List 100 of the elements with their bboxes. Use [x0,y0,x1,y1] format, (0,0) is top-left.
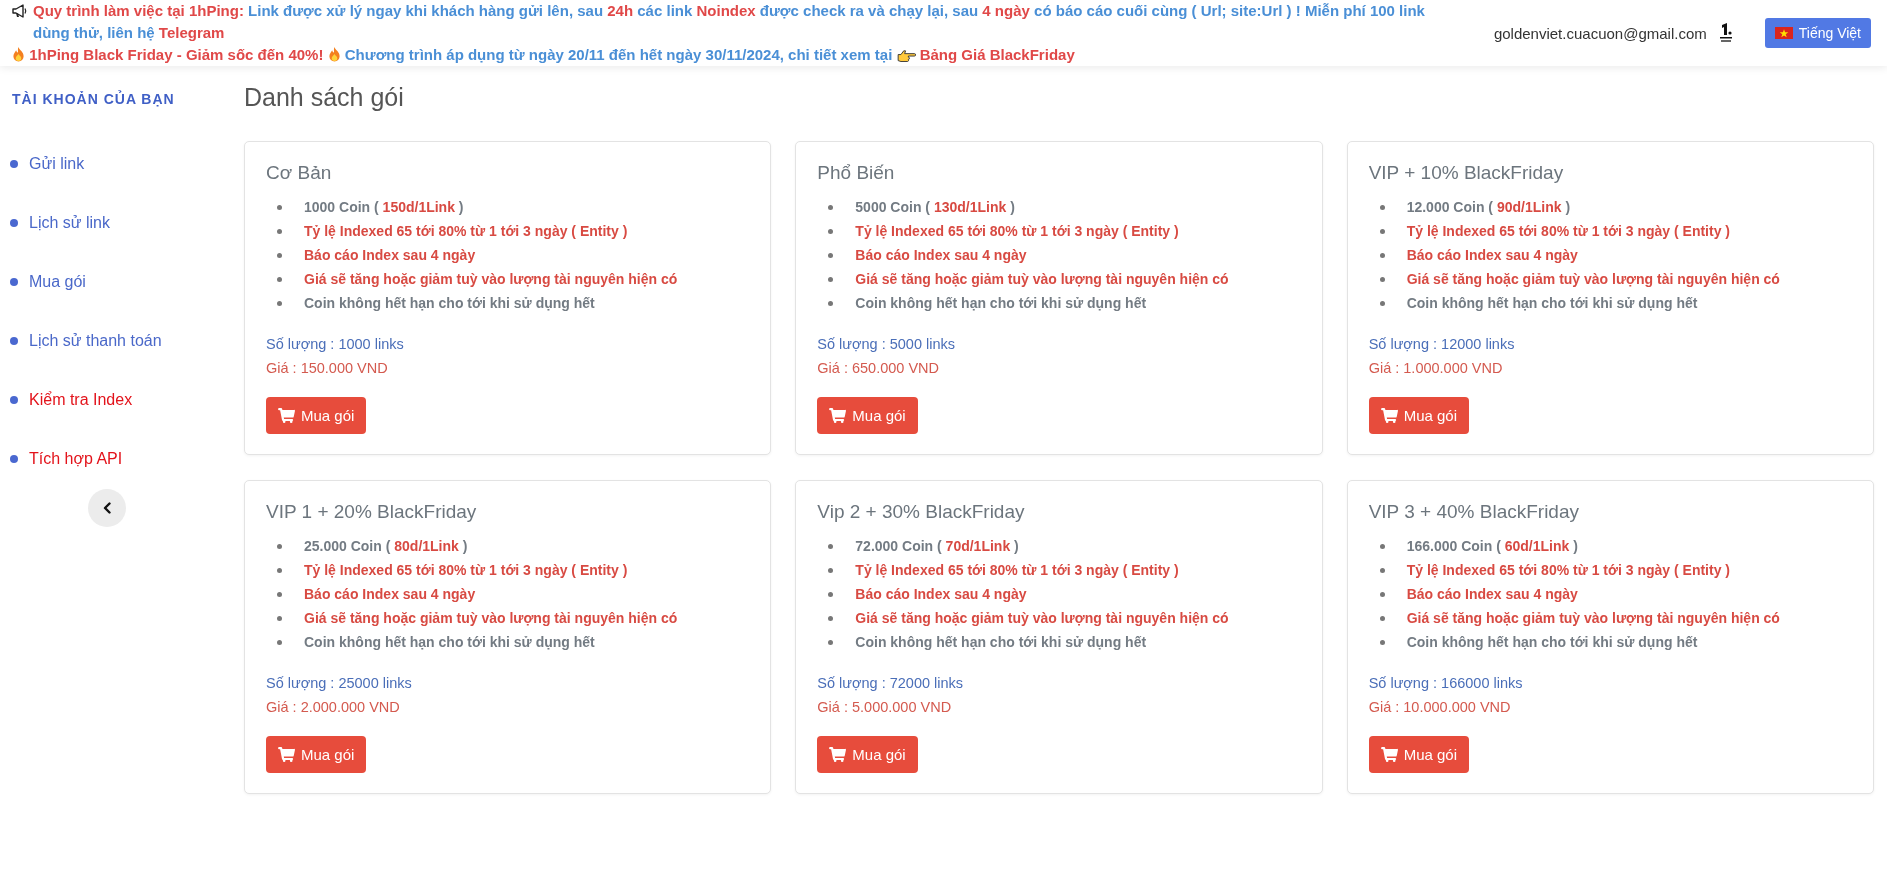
feature-text: Coin không hết hạn cho tới khi sử dụng hết [855,633,1147,652]
sidebar-link[interactable]: Mua gói [10,271,86,293]
bullet-icon [277,228,282,234]
bullet-icon [828,567,834,573]
feature-text: Coin không hết hạn cho tới khi sử dụng hết [304,633,595,652]
feature-text: Giá sẽ tăng hoặc giảm tuỳ vào lượng tài nguyên hiện có [304,609,678,628]
feature-text: Báo cáo Index sau 4 ngày [855,246,1027,265]
page-title: Danh sách gói [244,82,405,112]
cart-icon [278,408,295,423]
package-title: Vip 2 + 30% BlackFriday [817,500,1026,523]
sidebar-link[interactable]: Lịch sử link [10,212,110,234]
quantity-text: Số lượng : 166000 links [1368,674,1524,693]
price-table-link[interactable]: Bảng Giá BlackFriday [919,46,1075,63]
feature-text: 1000 Coin ( 150d/1Link ) [304,198,464,217]
sidebar-link[interactable]: Kiểm tra Index [10,389,133,411]
quantity-text: Số lượng : 12000 links [1368,335,1516,354]
sidebar-link[interactable]: Gửi link [10,153,85,175]
feature-text: 72.000 Coin ( 70d/1Link ) [855,537,1019,556]
chevron-left-icon [103,502,111,514]
bullet-icon [10,278,18,286]
feature-text: 12.000 Coin ( 90d/1Link ) [1406,198,1571,217]
feature-text: Coin không hết hạn cho tới khi sử dụng hết [1406,633,1698,652]
bullet-icon [1379,276,1385,282]
price-text: Giá : 5.000.000 VND [817,698,953,717]
cart-icon [829,747,847,762]
buy-package-button[interactable]: Mua gói [817,397,918,434]
flag-icon [1774,27,1793,39]
bullet-icon [1379,615,1385,621]
feature-text: Coin không hết hạn cho tới khi sử dụng hết [304,294,595,313]
announcement-text: Quy trình làm việc tại 1hPing: Link được xử lý ngay khi khách hàng gửi lên, sau 24h các link Noindex được check ra và chạy lại, sau 4 ngày có báo cáo cuối cùng ( Url; site:Url ) ! Miễn phí 100 link dùng thử, liên hệ Telegram [33,1,1426,43]
feature-text: Tỷ lệ Indexed 65 tới 80% từ 1 tới 3 ngày ( Entity ) [1406,561,1730,580]
cart-icon [1380,408,1398,423]
promo-details: Chương trình áp dụng từ ngày 20/11 đến hết ngày 30/11/2024, chi tiết xem tại [344,46,893,63]
user-email: goldenviet.cuacuon@gmail.com [1493,24,1707,42]
bullet-icon [828,615,834,621]
collapse-sidebar-button[interactable] [88,489,126,527]
feature-text: Giá sẽ tăng hoặc giảm tuỳ vào lượng tài nguyên hiện có [855,609,1229,628]
bullet-icon [1379,204,1385,210]
quantity-text: Số lượng : 1000 links [266,335,405,354]
bullet-icon [10,337,18,345]
bullet-icon [277,204,282,210]
sidebar-link[interactable]: Tích hợp API [10,448,123,470]
quantity-text: Số lượng : 72000 links [817,674,965,693]
flame-icon [327,46,341,62]
sidebar-heading: TÀI KHOẢN CỦA BẠN [11,89,175,109]
bullet-icon [1379,543,1385,549]
feature-text: 25.000 Coin ( 80d/1Link ) [304,537,468,556]
feature-text: Báo cáo Index sau 4 ngày [304,585,476,604]
bullet-icon [10,455,18,463]
bullet-icon [277,615,282,621]
pointing-hand-icon [896,49,916,62]
bullet-icon [828,300,834,306]
price-text: Giá : 1.000.000 VND [1368,359,1504,378]
bullet-icon [828,639,834,645]
package-title: VIP 1 + 20% BlackFriday [266,500,478,523]
feature-text: Giá sẽ tăng hoặc giảm tuỳ vào lượng tài nguyên hiện có [1406,609,1780,628]
bullet-icon [828,276,834,282]
feature-text: Báo cáo Index sau 4 ngày [1406,246,1578,265]
buy-package-button[interactable]: Mua gói [1368,397,1470,434]
feature-text: Báo cáo Index sau 4 ngày [304,246,476,265]
bullet-icon [1379,228,1385,234]
bullet-icon [277,567,282,573]
price-text: Giá : 150.000 VND [266,359,389,378]
megaphone-icon [12,4,28,18]
package-title: Cơ Bản [266,161,333,184]
promo-headline: 1hPing Black Friday - Giảm sốc đến 40%! [29,46,324,63]
bullet-icon [1379,591,1385,597]
quantity-text: Số lượng : 25000 links [266,674,413,693]
package-title: Phổ Biến [817,161,896,184]
bullet-icon [10,219,18,227]
feature-text: Giá sẽ tăng hoặc giảm tuỳ vào lượng tài nguyên hiện có [1406,270,1780,289]
cart-icon [829,408,847,423]
buy-package-button[interactable]: Mua gói [266,397,367,434]
bullet-icon [828,543,834,549]
bullet-icon [277,276,282,282]
bullet-icon [10,396,18,404]
bullet-icon [10,160,18,168]
feature-text: Tỷ lệ Indexed 65 tới 80% từ 1 tới 3 ngày ( Entity ) [855,561,1179,580]
bullet-icon [828,228,834,234]
feature-text: Báo cáo Index sau 4 ngày [855,585,1027,604]
feature-text: Tỷ lệ Indexed 65 tới 80% từ 1 tới 3 ngày ( Entity ) [855,222,1179,241]
feature-text: 5000 Coin ( 130d/1Link ) [855,198,1015,217]
buy-package-button[interactable]: Mua gói [1368,736,1470,773]
feature-text: Coin không hết hạn cho tới khi sử dụng hết [855,294,1147,313]
feature-text: Tỷ lệ Indexed 65 tới 80% từ 1 tới 3 ngày ( Entity ) [304,222,628,241]
bullet-icon [277,543,282,549]
buy-package-button[interactable]: Mua gói [266,736,367,773]
cart-icon [278,747,295,762]
bullet-icon [277,252,282,258]
bullet-icon [277,300,282,306]
package-title: VIP 3 + 40% BlackFriday [1368,500,1580,523]
sidebar-link[interactable]: Lịch sử thanh toán [10,330,162,352]
price-text: Giá : 650.000 VND [817,359,941,378]
logo-icon [1718,23,1733,43]
buy-package-button[interactable]: Mua gói [817,736,918,773]
bullet-icon [277,639,282,645]
feature-text: Tỷ lệ Indexed 65 tới 80% từ 1 tới 3 ngày ( Entity ) [1406,222,1730,241]
bullet-icon [828,252,834,258]
feature-text: 166.000 Coin ( 60d/1Link ) [1406,537,1578,556]
language-button[interactable]: Tiếng Việt [1764,18,1871,48]
